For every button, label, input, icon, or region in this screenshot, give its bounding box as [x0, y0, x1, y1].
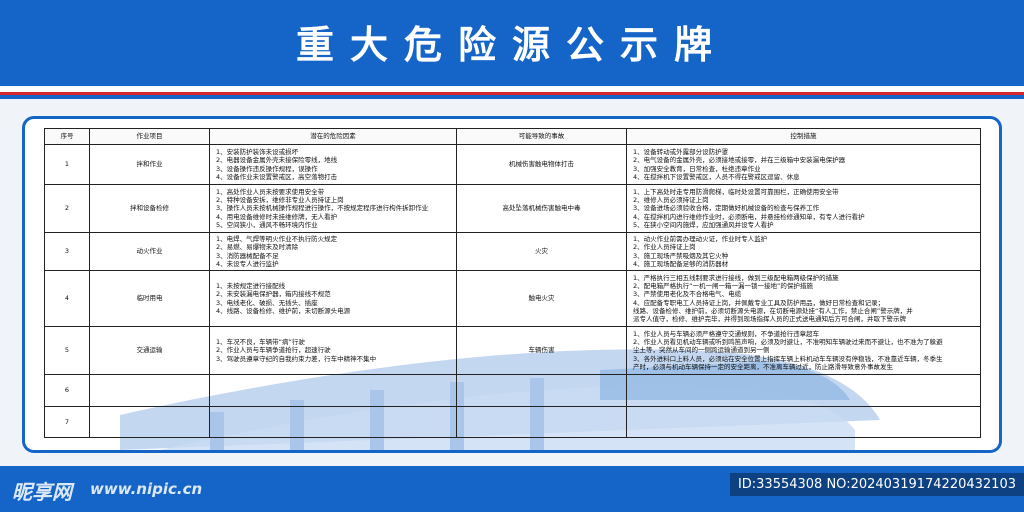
header-no: 序号	[44, 128, 90, 145]
header-item: 作业项目	[89, 128, 210, 145]
measure-line: 2、作业人员持证上岗	[633, 243, 696, 252]
measure-line: 1、上下高处时走专用防滑爬梯，临时处设置可靠围栏，正确使用安全带	[633, 187, 839, 196]
measure-line: 2、配电箱严格执行“一机一闸一箱一漏一锁一接地”的保护措施	[633, 281, 813, 290]
measure-line: 1、严格执行三相五线制要求进行接线，做到三级配电箱两级保护的措施	[633, 273, 839, 282]
row-no: 2	[44, 184, 90, 233]
row-item: 拌和设备检修	[89, 184, 210, 233]
row-hazards: 1、高处作业人员未按要求使用安全带 2、特种设备安拆，维修非专业人员持证上岗 3…	[209, 184, 457, 233]
table-row: 6	[44, 374, 981, 407]
table-header-row: 序号 作业项目 潜在的危险因素 可能导致的事故 控制措施	[44, 128, 981, 145]
row-item: 拌和作业	[89, 144, 210, 185]
row-measures	[626, 374, 981, 407]
measure-line: 3、施工现场严禁吸烟及其它火种	[633, 251, 729, 260]
measure-line: 3、严禁使用老化及不合格电气、电缆	[633, 290, 742, 299]
hazard-line: 3、操作人员未按机械操作规程进行操作，不按规定程序进行构件拆卸作业	[216, 204, 429, 213]
hazard-line: 5、空间狭小，通风不畅环境内作业	[216, 220, 318, 229]
hazard-line: 1、未按规定进行接配线	[216, 281, 286, 290]
row-item: 动火作业	[89, 232, 210, 271]
table-row: 3 动火作业 1、电焊、气焊等明火作业不执行防火规定 2、易燃、易爆物未及时清除…	[44, 232, 981, 271]
hazard-line: 2、电器设备金属外壳未接保险零线，地线	[216, 156, 338, 165]
row-hazards	[209, 406, 457, 438]
hazard-line: 1、安装防护装饰未设或损坏	[216, 147, 299, 156]
watermark-id: ID:33554308 NO:20240319174220432103	[729, 473, 1024, 496]
row-accident: 触电火灾	[456, 270, 627, 327]
hazard-line: 3、设备操作违反操作规程，误操作	[216, 164, 318, 173]
measure-line: 4、在搅拌机下设置警戒区，人员不得在警戒区逗留、休息	[633, 172, 800, 181]
row-hazards: 1、车况不良，车辆带“病”行驶 2、作业人员与车辆争道抢行，超速行驶 3、驾驶员…	[209, 326, 457, 375]
measure-line: 产时，必须与机动车辆保持一定的安全距离，不准离车辆过近，防止路滑导致意外事故发生	[633, 362, 893, 371]
measure-line: 5、在狭小空间内施焊，应加强通风并设专人看护	[633, 220, 774, 229]
measure-line: 3、设备进场必须验收合格，定期做好机械设备的检查与保养工作	[633, 204, 820, 213]
row-hazards: 1、安装防护装饰未设或损坏 2、电器设备金属外壳未接保险零线，地线 3、设备操作…	[209, 144, 457, 185]
measure-line: 1、作业人员与车辆必须严格遵守交通规则，不争道抢行违章超车	[633, 329, 820, 338]
table-row: 2 拌和设备检修 1、高处作业人员未按要求使用安全带 2、特种设备安拆，维修非专…	[44, 184, 981, 233]
row-measures: 1、上下高处时走专用防滑爬梯，临时处设置可靠围栏，正确使用安全带 2、维修人员必…	[626, 184, 981, 233]
table-row: 1 拌和作业 1、安装防护装饰未设或损坏 2、电器设备金属外壳未接保险零线，地线…	[44, 144, 981, 185]
row-hazards: 1、电焊、气焊等明火作业不执行防火规定 2、易燃、易爆物未及时清除 3、消防器械…	[209, 232, 457, 271]
measure-line: 尘土等，突然从车间的一侧跨运输通道到另一侧	[633, 346, 770, 355]
row-accident	[456, 374, 627, 407]
hazard-line: 4、用电设备维修时未挂维修牌，无人看护	[216, 212, 338, 221]
measure-line: 2、电气设备的金属外壳，必须接地或接零，并在三级箱中安装漏电保护器	[633, 156, 846, 165]
watermark-url: www.nipic.cn	[90, 480, 203, 498]
row-measures: 1、作业人员与车辆必须严格遵守交通规则，不争道抢行违章超车 2、作业人员看见机动…	[626, 326, 981, 375]
row-measures	[626, 406, 981, 438]
hazard-line: 2、作业人员与车辆争道抢行，超速行驶	[216, 346, 331, 355]
row-measures: 1、设备转动或外露部分设防护罩 2、电气设备的金属外壳，必须接地或接零，并在三级…	[626, 144, 981, 185]
row-item: 临时用电	[89, 270, 210, 327]
hazard-line: 3、驾驶员遵章守纪的自我约束力差，行车中精神不集中	[216, 354, 377, 363]
measure-line: 3、各外进料口上料人员，必须站在安全位置上指挥车辆上料机动车车辆没有停稳钱，不准…	[633, 354, 943, 363]
watermark-brand: 昵享网	[12, 480, 72, 504]
row-item	[89, 374, 210, 407]
row-accident: 车辆伤害	[456, 326, 627, 375]
measure-line: 线路、设备检修、维护前，必须切断源头电源，在切断电源处挂“有人工作，禁止合闸”警…	[633, 306, 913, 315]
row-no: 7	[44, 406, 90, 438]
row-item	[89, 406, 210, 438]
row-measures: 1、动火作业前需办理动火证，作业时专人监护 2、作业人员持证上岗 3、施工现场严…	[626, 232, 981, 271]
row-measures: 1、严格执行三相五线制要求进行接线，做到三级配电箱两级保护的措施 2、配电箱严格…	[626, 270, 981, 327]
header-hazards: 潜在的危险因素	[209, 128, 457, 145]
hazard-line: 2、易燃、易爆物未及时清除	[216, 243, 299, 252]
row-accident: 火灾	[456, 232, 627, 271]
header-measures: 控制措施	[626, 128, 981, 145]
table-row: 5 交通运输 1、车况不良，车辆带“病”行驶 2、作业人员与车辆争道抢行，超速行…	[44, 326, 981, 375]
measure-line: 1、动火作业前需办理动火证，作业时专人监护	[633, 234, 768, 243]
hazard-line: 3、消防器械配备不足	[216, 251, 279, 260]
row-accident	[456, 406, 627, 438]
hazard-line: 2、未安装漏电保护器，箱内接线不规范	[216, 290, 331, 299]
measure-line: 3、加强安全教育，日常检查，杜绝违章作业	[633, 164, 761, 173]
hazard-table: 序号 作业项目 潜在的危险因素 可能导致的事故 控制措施 1 拌和作业 1、安装…	[44, 128, 981, 438]
row-no: 5	[44, 326, 90, 375]
hazard-line: 4、线路、设备检修、维护前，未切断源头电源	[216, 306, 351, 315]
row-accident: 机械伤害触电物体打击	[456, 144, 627, 185]
row-hazards: 1、未按规定进行接配线 2、未安装漏电保护器，箱内接线不规范 3、电线老化、破损…	[209, 270, 457, 327]
measure-line: 派专人值守，检修、维护完毕，并得到现场指挥人员的正式送电通知后方可合闸，并取下警…	[633, 315, 906, 324]
table-row: 7	[44, 406, 981, 438]
row-accident: 高处坠落机械伤害触电中毒	[456, 184, 627, 233]
row-no: 4	[44, 270, 90, 327]
measure-line: 1、设备转动或外露部分设防护罩	[633, 147, 729, 156]
row-hazards	[209, 374, 457, 407]
row-item: 交通运输	[89, 326, 210, 375]
hazard-line: 1、高处作业人员未按要求使用安全带	[216, 187, 325, 196]
measure-line: 4、应配备专职电工人员持证上岗，并佩戴专业工具及防护用品，做好日常检查和记录；	[633, 298, 885, 307]
measure-line: 4、施工现场配备足够的消防器材	[633, 259, 729, 268]
table-row: 4 临时用电 1、未按规定进行接配线 2、未安装漏电保护器，箱内接线不规范 3、…	[44, 270, 981, 327]
measure-line: 4、在搅拌机内进行维修作业时，必须断电，并悬挂检修通知单，有专人进行看护	[633, 212, 865, 221]
row-no: 1	[44, 144, 90, 185]
row-no: 3	[44, 232, 90, 271]
hazard-line: 4、未设专人进行监护	[216, 259, 279, 268]
header-accident: 可能导致的事故	[456, 128, 627, 145]
hazard-line: 3、电线老化、破损、无插头、插座	[216, 298, 318, 307]
page-title: 重大危险源公示牌	[295, 23, 728, 67]
row-no: 6	[44, 374, 90, 407]
hazard-line: 4、设备作业未设置警戒区，高空落物打击	[216, 172, 338, 181]
hazard-line: 1、电焊、气焊等明火作业不执行防火规定	[216, 234, 338, 243]
